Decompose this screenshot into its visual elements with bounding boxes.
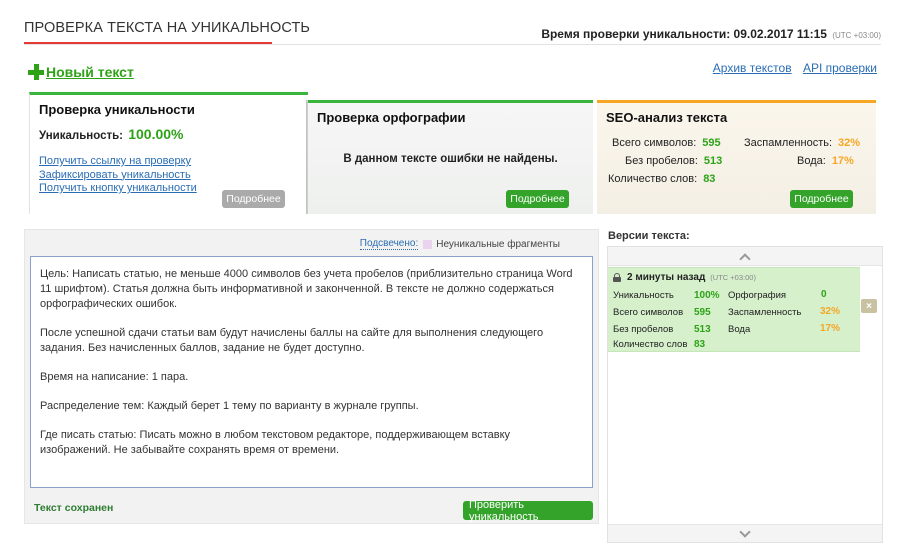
seo-water-label: Вода: — [797, 155, 826, 167]
uniqueness-value: 100.00% — [128, 126, 184, 142]
seo-water: Вода: 17% — [797, 151, 854, 169]
uniqueness-line: Уникальность: 100.00% — [39, 126, 184, 142]
page-title: ПРОВЕРКА ТЕКСТА НА УНИКАЛЬНОСТЬ — [24, 20, 311, 36]
version-water-value: 17% — [820, 323, 841, 334]
editor-paragraph: Где писать статью: Писать можно в любом … — [40, 429, 511, 456]
version-total-value: 595 — [694, 307, 711, 318]
version-header: 2 минуты назад (UTC +03:00) — [613, 272, 756, 283]
version-words-value: 83 — [694, 339, 706, 350]
version-time: 2 минуты назад — [627, 272, 706, 283]
editor-panel: Подсвечено: Неуникальные фрагменты Цель:… — [24, 229, 599, 524]
version-nospace-label: Без пробелов — [613, 324, 674, 335]
fix-uniqueness-link[interactable]: Зафиксировать уникальность — [39, 169, 197, 183]
editor-paragraph: Время на написание: 1 пара. — [40, 371, 189, 383]
seo-words-label: Количество слов: — [608, 173, 698, 185]
text-editor[interactable]: Цель: Написать статью, не меньше 4000 си… — [30, 256, 593, 488]
check-uniqueness-button[interactable]: Проверить уникальность — [463, 499, 593, 523]
spelling-card-title: Проверка орфографии — [317, 110, 466, 125]
seo-spam-value: 32% — [838, 137, 861, 149]
seo-spam-label: Заспамленность: — [744, 137, 833, 149]
uniqueness-more-button[interactable]: Подробнее — [222, 190, 285, 208]
editor-paragraph: Распределение тем: Каждый берет 1 тему п… — [40, 400, 419, 412]
version-spell-value: 0 — [821, 289, 827, 300]
get-check-link[interactable]: Получить ссылку на проверку — [39, 155, 197, 169]
version-nospace-value: 513 — [694, 324, 711, 335]
spelling-message: В данном тексте ошибки не найдены. — [343, 153, 558, 165]
version-spam-label: Заспамленность — [728, 307, 802, 318]
seo-water-value: 17% — [831, 155, 854, 167]
seo-words: Количество слов: 83 — [608, 169, 715, 187]
top-links: Архив текстов API проверки — [705, 61, 877, 75]
api-link[interactable]: API проверки — [803, 61, 877, 75]
version-water-label: Вода — [728, 324, 751, 335]
versions-panel: 2 минуты назад (UTC +03:00) Уникальность… — [607, 246, 883, 543]
non-unique-swatch — [423, 239, 433, 249]
version-uniq-value: 100% — [694, 290, 720, 301]
uniqueness-card-title: Проверка уникальности — [39, 102, 195, 117]
highlight-toggle[interactable]: Подсвечено: — [359, 238, 419, 250]
version-uniq-label: Уникальность — [613, 290, 674, 301]
seo-no-spaces-value: 513 — [703, 155, 723, 167]
seo-no-spaces: Без пробелов: 513 — [625, 151, 722, 169]
versions-scroll-down[interactable] — [608, 524, 882, 542]
versions-scroll-up[interactable] — [608, 247, 882, 266]
version-words-label: Количество слов — [613, 339, 688, 350]
editor-paragraph: После успешной сдачи статьи вам будут на… — [40, 327, 544, 354]
get-uniqueness-button-link[interactable]: Получить кнопку уникальности — [39, 182, 197, 196]
seo-card-title: SEO-анализ текста — [606, 110, 728, 125]
highlight-legend-label: Неуникальные фрагменты — [436, 238, 560, 250]
seo-words-value: 83 — [703, 173, 716, 185]
check-time: Время проверки уникальности: 09.02.2017 … — [541, 27, 881, 41]
seo-spam: Заспамленность: 32% — [744, 133, 860, 151]
version-total-label: Всего символов — [613, 307, 684, 318]
version-timezone: (UTC +03:00) — [710, 273, 756, 282]
new-text-label: Новый текст — [46, 64, 134, 80]
chevron-up-icon — [739, 252, 751, 265]
version-item[interactable]: 2 минуты назад (UTC +03:00) Уникальность… — [608, 267, 860, 352]
spelling-card[interactable]: Проверка орфографии В данном тексте ошиб… — [308, 100, 593, 214]
archive-link[interactable]: Архив текстов — [713, 61, 792, 75]
chevron-down-icon — [739, 525, 751, 538]
page-header: ПРОВЕРКА ТЕКСТА НА УНИКАЛЬНОСТЬ Время пр… — [0, 0, 900, 45]
check-time-label: Время проверки уникальности: 09.02.2017 … — [541, 27, 827, 41]
editor-paragraph: Цель: Написать статью, не меньше 4000 си… — [40, 268, 573, 310]
new-text-button[interactable]: Новый текст — [28, 64, 134, 80]
seo-total-chars: Всего символов: 595 — [612, 133, 721, 151]
seo-total-chars-label: Всего символов: — [612, 137, 697, 149]
seo-card[interactable]: SEO-анализ текста Всего символов: 595 Без… — [597, 100, 876, 214]
uniqueness-links: Получить ссылку на проверку Зафиксироват… — [39, 155, 197, 196]
versions-title: Версии текста: — [608, 230, 690, 242]
highlight-legend: Подсвечено: Неуникальные фрагменты — [359, 238, 560, 250]
seo-no-spaces-label: Без пробелов: — [625, 155, 698, 167]
seo-more-button[interactable]: Подробнее — [790, 190, 853, 208]
seo-total-chars-value: 595 — [702, 137, 721, 149]
version-spam-value: 32% — [820, 306, 841, 317]
lock-icon — [613, 273, 621, 282]
uniqueness-card[interactable]: Проверка уникальности Уникальность: 100.… — [29, 92, 308, 214]
plus-icon — [28, 64, 44, 80]
uniqueness-label: Уникальность: — [39, 130, 124, 142]
version-delete-icon[interactable]: × — [861, 299, 877, 313]
spelling-more-button[interactable]: Подробнее — [506, 190, 569, 208]
version-spell-label: Орфография — [728, 290, 787, 301]
header-divider — [24, 44, 881, 45]
saved-status: Текст сохранен — [34, 502, 114, 514]
check-time-timezone: (UTC +03:00) — [832, 31, 881, 40]
